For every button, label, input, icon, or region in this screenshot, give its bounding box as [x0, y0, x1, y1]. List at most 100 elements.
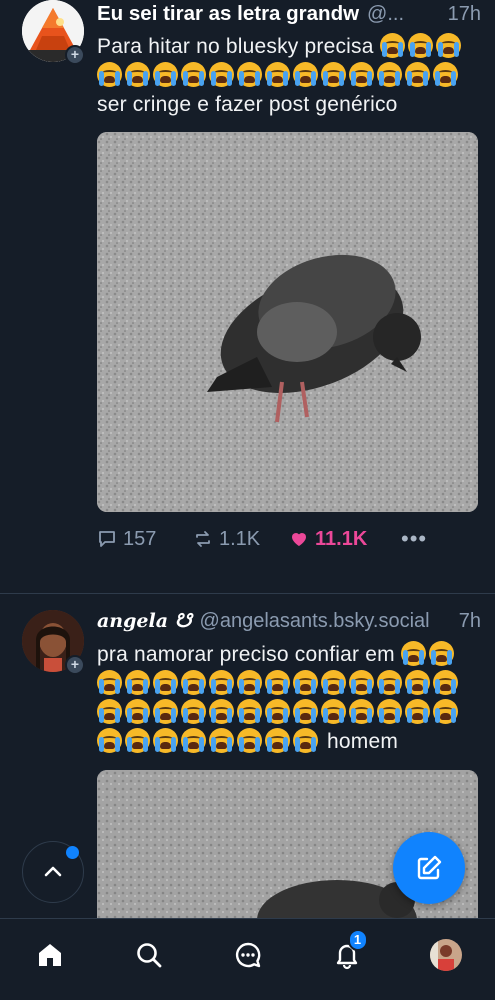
- follow-plus-icon[interactable]: +: [65, 45, 85, 65]
- crying-face-icon: [153, 62, 178, 87]
- more-options-icon[interactable]: •••: [401, 526, 427, 552]
- post-image-pigeon[interactable]: [97, 132, 478, 512]
- follow-plus-icon[interactable]: +: [65, 655, 85, 675]
- crying-face-icon: [97, 728, 122, 753]
- feed: + Eu sei tirar as letra grandw @... 17h …: [0, 0, 495, 918]
- crying-face-icon: [125, 62, 150, 87]
- crying-face-icon: [428, 641, 454, 666]
- profile-avatar: [429, 939, 462, 971]
- crying-face-icon: [433, 670, 458, 695]
- post-text: pra namorar preciso confiar em homem: [97, 640, 481, 756]
- crying-face-icon: [293, 62, 318, 87]
- compose-button[interactable]: [393, 832, 465, 904]
- post-text-part: homem: [321, 730, 399, 753]
- bottom-tab-bar: 1: [0, 918, 495, 1000]
- crying-face-icon: [125, 699, 150, 724]
- tab-search[interactable]: [124, 935, 174, 975]
- feed-post[interactable]: + Eu sei tirar as letra grandw @... 17h …: [0, 0, 495, 594]
- crying-face-icon: [405, 699, 430, 724]
- crying-face-icon: [125, 670, 150, 695]
- tab-profile[interactable]: [421, 935, 471, 975]
- tab-notifications[interactable]: 1: [322, 929, 372, 975]
- like-count: 11.1K: [315, 527, 368, 550]
- avatar[interactable]: +: [22, 0, 85, 65]
- crying-face-icon: [293, 670, 318, 695]
- reply-button[interactable]: 157: [97, 528, 193, 551]
- crying-face-icon: [153, 699, 178, 724]
- crying-face-icon: [181, 699, 206, 724]
- post-actions: 157 1.1K 11.1K •••: [97, 524, 481, 554]
- crying-face-icon: [265, 699, 290, 724]
- crying-face-icon: [377, 699, 402, 724]
- crying-face-icon: [209, 62, 234, 87]
- crying-face-icon: [97, 699, 122, 724]
- chat-icon: [235, 942, 260, 968]
- crying-face-icon: [435, 33, 461, 58]
- reply-icon: [99, 531, 115, 547]
- repost-count: 1.1K: [219, 527, 261, 550]
- crying-face-icon: [181, 670, 206, 695]
- crying-face-icon: [405, 62, 430, 87]
- like-button[interactable]: 11.1K: [289, 528, 401, 551]
- crying-face-icon: [379, 33, 405, 58]
- crying-face-icon: [237, 699, 262, 724]
- crying-face-icon: [407, 33, 433, 58]
- crying-face-icon: [293, 699, 318, 724]
- crying-face-icon: [349, 670, 374, 695]
- crying-face-icon: [265, 62, 290, 87]
- post-text-part: pra namorar preciso confiar em: [97, 643, 401, 666]
- crying-face-icon: [153, 728, 178, 753]
- crying-face-icon: [433, 62, 458, 87]
- crying-face-icon: [321, 62, 346, 87]
- crying-face-icon: [349, 699, 374, 724]
- scroll-to-top-button[interactable]: [22, 841, 84, 903]
- author-handle[interactable]: @...: [367, 3, 404, 26]
- repost-button[interactable]: 1.1K: [193, 528, 289, 551]
- post-time: 7h: [458, 610, 481, 632]
- compose-icon: [417, 855, 442, 880]
- crying-face-icon: [181, 62, 206, 87]
- crying-face-icon: [405, 670, 430, 695]
- crying-face-icon: [125, 728, 150, 753]
- crying-face-icon: [209, 670, 234, 695]
- crying-face-icon: [97, 62, 122, 87]
- reply-count: 157: [123, 527, 157, 550]
- crying-face-icon: [265, 728, 290, 753]
- post-time: 17h: [447, 3, 481, 25]
- heart-icon: [292, 533, 306, 546]
- post-text: Para hitar no bluesky precisa ser cringe…: [97, 32, 481, 119]
- crying-face-icon: [321, 699, 346, 724]
- home-icon: [38, 944, 61, 966]
- crying-face-icon: [349, 62, 374, 87]
- repost-icon: [196, 531, 210, 547]
- tab-chat[interactable]: [223, 935, 273, 975]
- crying-face-icon: [377, 62, 402, 87]
- crying-face-icon: [153, 670, 178, 695]
- chevron-up-icon: [44, 866, 62, 877]
- crying-face-icon: [293, 728, 318, 753]
- post-text-part: ser cringe e fazer post genérico: [97, 93, 398, 116]
- tab-home[interactable]: [25, 935, 75, 975]
- crying-face-icon: [237, 728, 262, 753]
- crying-face-icon: [321, 670, 346, 695]
- crying-face-icon: [97, 670, 122, 695]
- avatar[interactable]: +: [22, 610, 85, 675]
- notification-badge: 1: [347, 929, 368, 951]
- post-header: Eu sei tirar as letra grandw @... 17h: [97, 2, 481, 32]
- crying-face-icon: [400, 641, 426, 666]
- author-name[interactable]: Eu sei tirar as letra grandw: [97, 2, 359, 26]
- author-name[interactable]: angela ☋: [97, 610, 192, 632]
- search-icon: [136, 943, 161, 968]
- crying-face-icon: [209, 699, 234, 724]
- post-text-part: Para hitar no bluesky precisa: [97, 35, 380, 58]
- crying-face-icon: [209, 728, 234, 753]
- post-header: angela ☋ @angelasants.bsky.social 7h: [97, 610, 481, 640]
- crying-face-icon: [265, 670, 290, 695]
- crying-face-icon: [181, 728, 206, 753]
- crying-face-icon: [237, 670, 262, 695]
- crying-face-icon: [237, 62, 262, 87]
- author-handle[interactable]: @angelasants.bsky.social: [200, 610, 430, 633]
- crying-face-icon: [433, 699, 458, 724]
- crying-face-icon: [377, 670, 402, 695]
- new-posts-indicator: [66, 846, 79, 859]
